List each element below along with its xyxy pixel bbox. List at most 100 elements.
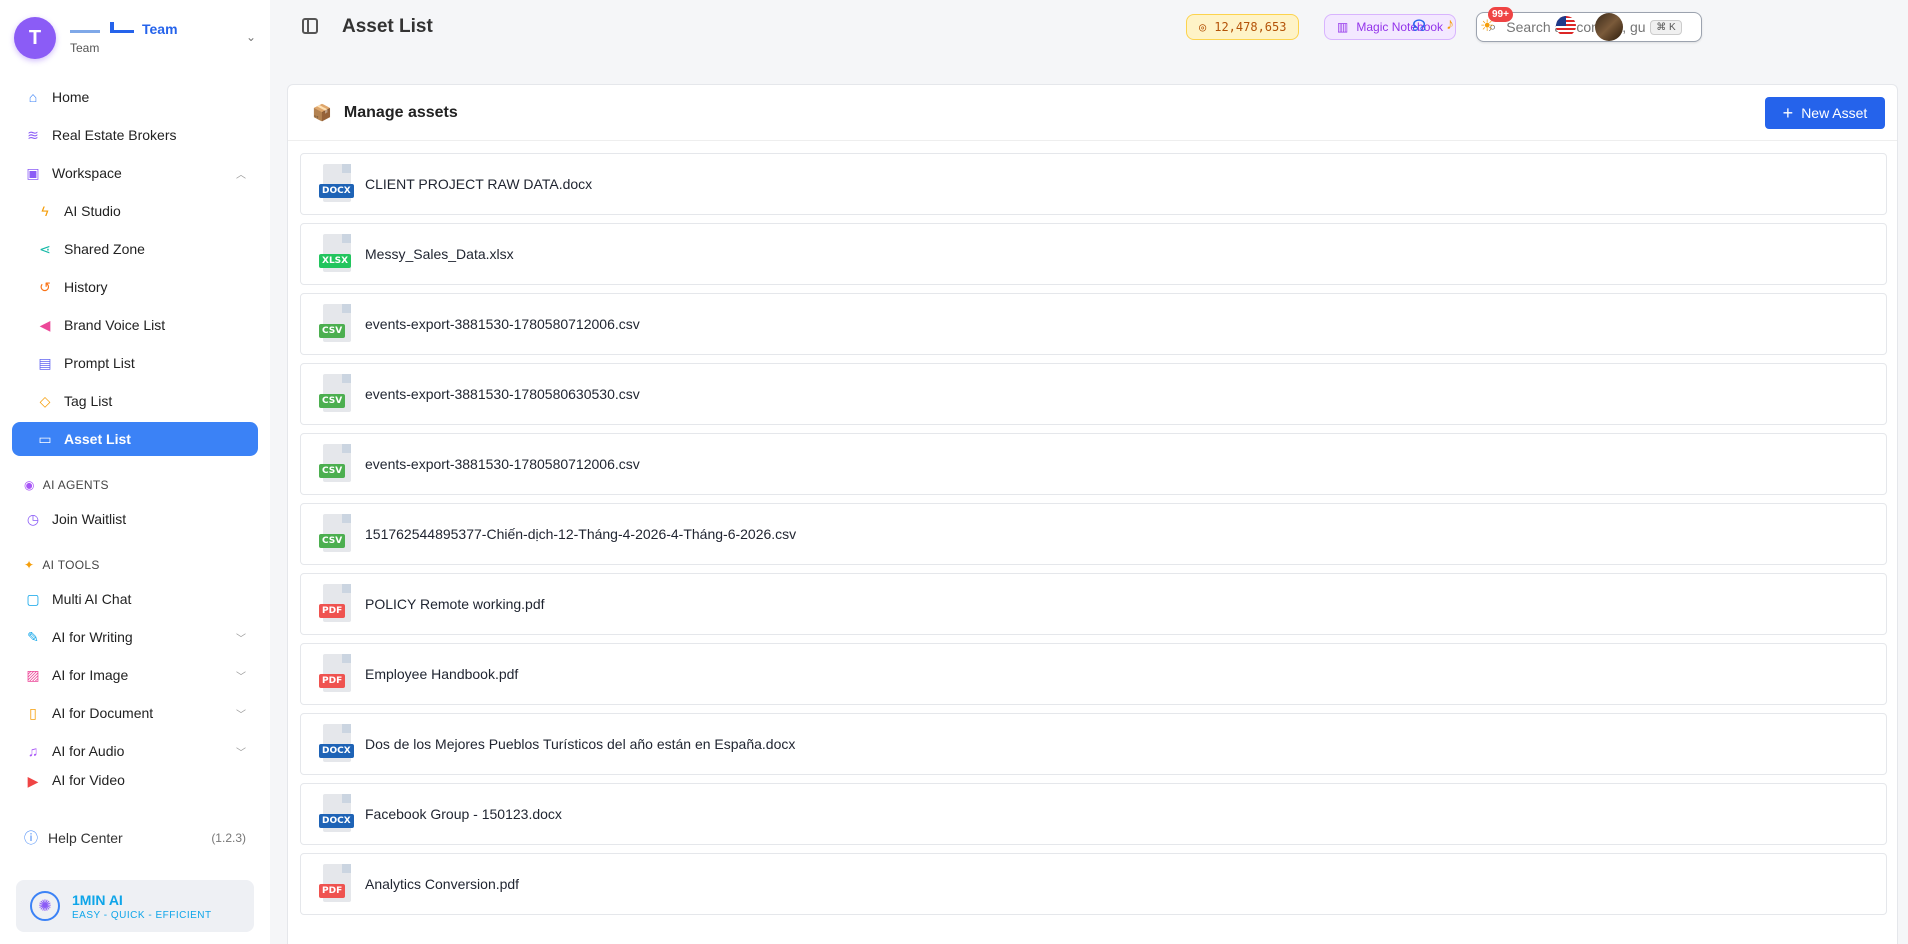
list-item[interactable]: DOCX Facebook Group - 150123.docx — [300, 783, 1887, 845]
sidebar-item-label: Home — [52, 89, 90, 105]
list-item[interactable]: PDF Analytics Conversion.pdf — [300, 853, 1887, 915]
sun-icon[interactable]: ☀ — [1480, 16, 1494, 36]
section-label: AI TOOLS — [42, 558, 100, 572]
sidebar-item-label: Prompt List — [64, 355, 135, 371]
image-icon: ▨ — [26, 666, 40, 683]
question-icon: ⓘ — [24, 830, 38, 846]
new-asset-label: New Asset — [1801, 105, 1868, 121]
sidebar-item-real-estate-brokers[interactable]: ≋ Real Estate Brokers — [12, 118, 258, 152]
list-item[interactable]: XLSX Messy_Sales_Data.xlsx — [300, 223, 1887, 285]
list-item[interactable]: CSV 151762544895377-Chiến-dịch-12-Tháng-… — [300, 503, 1887, 565]
sidebar-item-prompt-list[interactable]: ▤ Prompt List — [12, 346, 258, 380]
chevron-down-icon: ﹀ — [236, 633, 246, 645]
sidebar-item-history[interactable]: ↺ History — [12, 270, 258, 304]
bell-icon[interactable]: ♪ — [1446, 16, 1454, 34]
coins-icon: ◎ — [1199, 20, 1207, 34]
asset-name: Analytics Conversion.pdf — [365, 876, 520, 892]
section-label: AI AGENTS — [42, 478, 109, 492]
search-shortcut: ⌘ K — [1650, 19, 1682, 35]
tag-icon: ◇ — [39, 392, 51, 409]
list-item[interactable]: CSV events-export-3881530-1780580630530.… — [300, 363, 1887, 425]
magic-notebook-button[interactable]: ▥ Magic Notebook — [1324, 14, 1457, 40]
pen-icon: ✎ — [27, 628, 39, 645]
version-label: (1.2.3) — [211, 831, 246, 845]
sidebar-item-ai-for-writing[interactable]: ✎ AI for Writing ﹀ — [12, 620, 258, 654]
list-item[interactable]: CSV events-export-3881530-1780580712006.… — [300, 433, 1887, 495]
language-flag-icon[interactable] — [1556, 16, 1576, 36]
team-name: Team — [142, 21, 178, 37]
sidebar-item-label: Asset List — [64, 431, 131, 447]
list-item[interactable]: DOCX Dos de los Mejores Pueblos Turístic… — [300, 713, 1887, 775]
docx-file-icon: DOCX — [319, 164, 354, 204]
panel-title: Manage assets — [343, 103, 458, 121]
music-icon: ♫ — [27, 743, 39, 759]
headset-icon[interactable]: ☊ — [1412, 16, 1426, 36]
chevron-down-icon: ﹀ — [236, 709, 246, 721]
asset-name: Dos de los Mejores Pueblos Turísticos de… — [365, 736, 796, 752]
team-top: Team — [70, 21, 178, 37]
list-item[interactable]: PDF Employee Handbook.pdf — [300, 643, 1887, 705]
csv-file-icon: CSV — [319, 304, 353, 344]
asset-name: events-export-3881530-1780580712006.csv — [365, 456, 640, 472]
megaphone-icon: ◀ — [39, 316, 51, 333]
history-icon: ↺ — [39, 278, 51, 295]
credits-badge[interactable]: ◎ 12,478,653 — [1186, 14, 1300, 40]
video-icon: ▶ — [27, 772, 39, 789]
team-avatar: T — [14, 17, 56, 59]
home-icon: ⌂ — [28, 89, 38, 105]
sidebar-toggle-icon[interactable] — [302, 18, 318, 34]
help-center-link[interactable]: ⓘ Help Center (1.2.3) — [24, 828, 246, 848]
sidebar-item-ai-studio[interactable]: ϟ AI Studio — [12, 194, 258, 228]
sidebar-item-label: Multi AI Chat — [52, 591, 132, 607]
asset-name: 151762544895377-Chiến-dịch-12-Tháng-4-20… — [365, 526, 797, 542]
sidebar-item-workspace[interactable]: ▣ Workspace ︿ — [12, 156, 258, 190]
chevron-up-icon: ︿ — [236, 169, 246, 181]
layers-icon: ≋ — [27, 126, 39, 143]
list-item[interactable]: PDF POLICY Remote working.pdf — [300, 573, 1887, 635]
asset-name: Messy_Sales_Data.xlsx — [365, 246, 514, 262]
new-asset-button[interactable]: + New Asset — [1765, 97, 1885, 129]
csv-file-icon: CSV — [319, 444, 353, 484]
sidebar-item-asset-list[interactable]: ▭ Asset List — [12, 422, 258, 456]
sidebar-item-label: History — [64, 279, 108, 295]
team-switcher[interactable]: T Team Team ⌄ — [14, 12, 264, 64]
pdf-file-icon: PDF — [319, 864, 353, 904]
csv-file-icon: CSV — [319, 374, 353, 414]
user-avatar[interactable] — [1595, 13, 1623, 41]
credits-value: 12,478,653 — [1214, 20, 1287, 34]
chevron-down-icon[interactable]: ⌄ — [246, 30, 256, 44]
sidebar-item-label: Tag List — [64, 393, 113, 409]
page-title: Asset List — [342, 16, 433, 37]
list-item[interactable]: CSV events-export-3881530-1780580712006.… — [300, 293, 1887, 355]
sidebar-item-tag-list[interactable]: ◇ Tag List — [12, 384, 258, 418]
brand-tagline: EASY - QUICK - EFFICIENT — [72, 909, 212, 921]
sidebar-item-ai-for-video[interactable]: ▶ AI for Video — [12, 772, 258, 788]
chevron-down-icon: ﹀ — [236, 747, 246, 759]
clock-icon: ◷ — [26, 510, 40, 527]
sidebar-item-brand-voice-list[interactable]: ◀ Brand Voice List — [12, 308, 258, 342]
sidebar-item-ai-for-audio[interactable]: ♫ AI for Audio ﹀ — [12, 734, 258, 768]
sidebar-item-ai-for-image[interactable]: ▨ AI for Image ﹀ — [12, 658, 258, 692]
chevron-down-icon: ﹀ — [236, 671, 246, 683]
sidebar-item-label: AI Studio — [64, 203, 121, 219]
sparkle-icon: ✦ — [24, 558, 35, 572]
file-icon: ▯ — [29, 704, 37, 721]
plus-icon: + — [1782, 102, 1794, 123]
asset-name: Facebook Group - 150123.docx — [365, 806, 562, 822]
sidebar-item-label: AI for Writing — [52, 629, 133, 645]
brand-box[interactable]: ✺ 1MIN AI EASY - QUICK - EFFICIENT — [16, 880, 254, 932]
sidebar-item-multi-ai-chat[interactable]: ▢ Multi AI Chat — [12, 582, 258, 616]
section-ai-agents: ◉ AI AGENTS — [12, 468, 258, 502]
csv-file-icon: CSV — [319, 514, 353, 554]
sidebar-item-home[interactable]: ⌂ Home — [12, 80, 258, 114]
sidebar-item-ai-for-document[interactable]: ▯ AI for Document ﹀ — [12, 696, 258, 730]
search-input[interactable] — [1506, 19, 1647, 35]
team-logo — [70, 22, 134, 36]
asset-panel: 📦 Manage assets + New Asset DOCX CLIENT … — [287, 84, 1898, 944]
briefcase-icon: ▣ — [26, 164, 40, 181]
brand-text: 1MIN AI EASY - QUICK - EFFICIENT — [72, 892, 212, 921]
sidebar-item-join-waitlist[interactable]: ◷ Join Waitlist — [12, 502, 258, 536]
list-item[interactable]: DOCX CLIENT PROJECT RAW DATA.docx — [300, 153, 1887, 215]
brain-icon: ✺ — [30, 891, 60, 921]
sidebar-item-shared-zone[interactable]: ⋖ Shared Zone — [12, 232, 258, 266]
